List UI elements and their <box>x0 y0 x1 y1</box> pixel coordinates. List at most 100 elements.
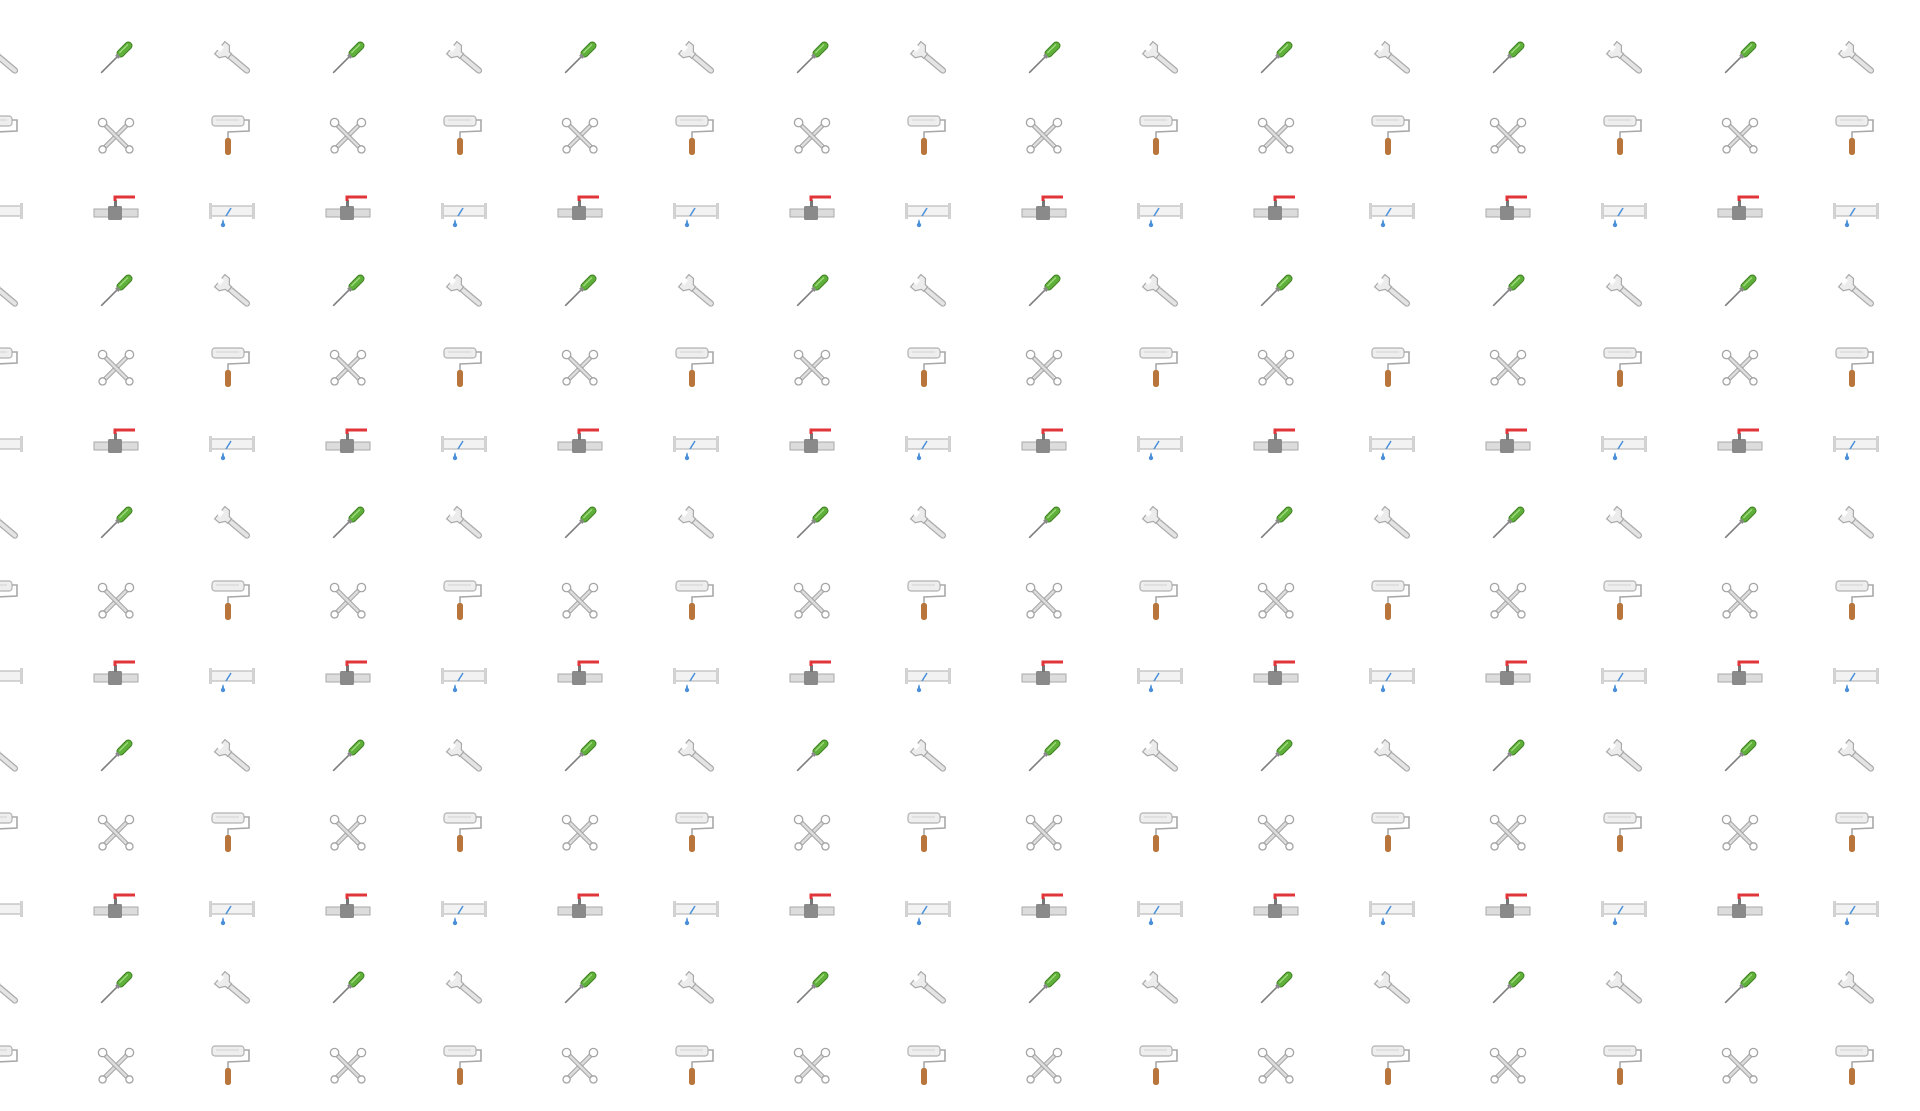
crossed-wrenches-icon <box>1020 809 1068 857</box>
pipe-valve-icon <box>324 422 372 470</box>
pipe-valve-icon <box>1020 887 1068 935</box>
adjustable-wrench-icon <box>440 732 488 780</box>
paint-roller-icon <box>440 809 488 857</box>
leaking-pipe-icon <box>1600 654 1648 702</box>
pipe-valve-icon <box>1716 654 1764 702</box>
adjustable-wrench-icon <box>672 732 720 780</box>
crossed-wrenches-icon <box>1020 112 1068 160</box>
leaking-pipe-icon <box>672 189 720 237</box>
adjustable-wrench-icon <box>1136 964 1184 1012</box>
leaking-pipe-icon <box>208 654 256 702</box>
screwdriver-icon <box>788 732 836 780</box>
screwdriver-icon <box>788 267 836 315</box>
pipe-valve-icon <box>92 189 140 237</box>
screwdriver-icon <box>1252 732 1300 780</box>
tools-pattern-background <box>0 0 1920 1111</box>
crossed-wrenches-icon <box>1252 577 1300 625</box>
leaking-pipe-icon <box>208 422 256 470</box>
paint-roller-icon <box>904 1042 952 1090</box>
leaking-pipe-icon <box>1368 654 1416 702</box>
adjustable-wrench-icon <box>1368 964 1416 1012</box>
adjustable-wrench-icon <box>1136 267 1184 315</box>
crossed-wrenches-icon <box>788 112 836 160</box>
paint-roller-icon <box>1136 112 1184 160</box>
crossed-wrenches-icon <box>556 1042 604 1090</box>
crossed-wrenches-icon <box>92 809 140 857</box>
adjustable-wrench-icon <box>1832 267 1880 315</box>
paint-roller-icon <box>1600 344 1648 392</box>
leaking-pipe-icon <box>1832 887 1880 935</box>
paint-roller-icon <box>0 1042 24 1090</box>
paint-roller-icon <box>1832 809 1880 857</box>
adjustable-wrench-icon <box>208 34 256 82</box>
paint-roller-icon <box>440 577 488 625</box>
screwdriver-icon <box>556 499 604 547</box>
adjustable-wrench-icon <box>1136 34 1184 82</box>
adjustable-wrench-icon <box>1368 34 1416 82</box>
crossed-wrenches-icon <box>324 809 372 857</box>
screwdriver-icon <box>92 267 140 315</box>
paint-roller-icon <box>1136 1042 1184 1090</box>
crossed-wrenches-icon <box>1252 344 1300 392</box>
leaking-pipe-icon <box>904 654 952 702</box>
screwdriver-icon <box>92 732 140 780</box>
screwdriver-icon <box>1020 267 1068 315</box>
crossed-wrenches-icon <box>788 344 836 392</box>
leaking-pipe-icon <box>672 887 720 935</box>
leaking-pipe-icon <box>1368 422 1416 470</box>
paint-roller-icon <box>1136 809 1184 857</box>
adjustable-wrench-icon <box>904 34 952 82</box>
paint-roller-icon <box>904 344 952 392</box>
pipe-valve-icon <box>92 887 140 935</box>
crossed-wrenches-icon <box>1484 344 1532 392</box>
crossed-wrenches-icon <box>556 112 604 160</box>
paint-roller-icon <box>0 112 24 160</box>
paint-roller-icon <box>1600 1042 1648 1090</box>
paint-roller-icon <box>1368 344 1416 392</box>
crossed-wrenches-icon <box>1484 577 1532 625</box>
adjustable-wrench-icon <box>0 34 24 82</box>
paint-roller-icon <box>208 112 256 160</box>
adjustable-wrench-icon <box>0 267 24 315</box>
crossed-wrenches-icon <box>1716 112 1764 160</box>
crossed-wrenches-icon <box>1252 809 1300 857</box>
paint-roller-icon <box>440 112 488 160</box>
screwdriver-icon <box>1716 499 1764 547</box>
adjustable-wrench-icon <box>208 732 256 780</box>
pipe-valve-icon <box>788 422 836 470</box>
pipe-valve-icon <box>556 654 604 702</box>
adjustable-wrench-icon <box>1600 964 1648 1012</box>
screwdriver-icon <box>324 964 372 1012</box>
leaking-pipe-icon <box>1136 654 1184 702</box>
pipe-valve-icon <box>556 887 604 935</box>
adjustable-wrench-icon <box>1600 34 1648 82</box>
adjustable-wrench-icon <box>904 964 952 1012</box>
pipe-valve-icon <box>324 189 372 237</box>
crossed-wrenches-icon <box>788 577 836 625</box>
leaking-pipe-icon <box>440 654 488 702</box>
leaking-pipe-icon <box>0 887 24 935</box>
crossed-wrenches-icon <box>1484 112 1532 160</box>
pipe-valve-icon <box>1252 887 1300 935</box>
paint-roller-icon <box>0 577 24 625</box>
adjustable-wrench-icon <box>1368 732 1416 780</box>
screwdriver-icon <box>1484 499 1532 547</box>
paint-roller-icon <box>1368 809 1416 857</box>
pipe-valve-icon <box>788 887 836 935</box>
leaking-pipe-icon <box>208 887 256 935</box>
paint-roller-icon <box>904 809 952 857</box>
paint-roller-icon <box>0 809 24 857</box>
adjustable-wrench-icon <box>208 964 256 1012</box>
leaking-pipe-icon <box>208 189 256 237</box>
screwdriver-icon <box>556 34 604 82</box>
crossed-wrenches-icon <box>92 344 140 392</box>
screwdriver-icon <box>1252 964 1300 1012</box>
pipe-valve-icon <box>1252 422 1300 470</box>
adjustable-wrench-icon <box>440 267 488 315</box>
pipe-valve-icon <box>1716 422 1764 470</box>
crossed-wrenches-icon <box>556 344 604 392</box>
crossed-wrenches-icon <box>1716 809 1764 857</box>
pipe-valve-icon <box>1020 189 1068 237</box>
adjustable-wrench-icon <box>904 732 952 780</box>
screwdriver-icon <box>1484 964 1532 1012</box>
